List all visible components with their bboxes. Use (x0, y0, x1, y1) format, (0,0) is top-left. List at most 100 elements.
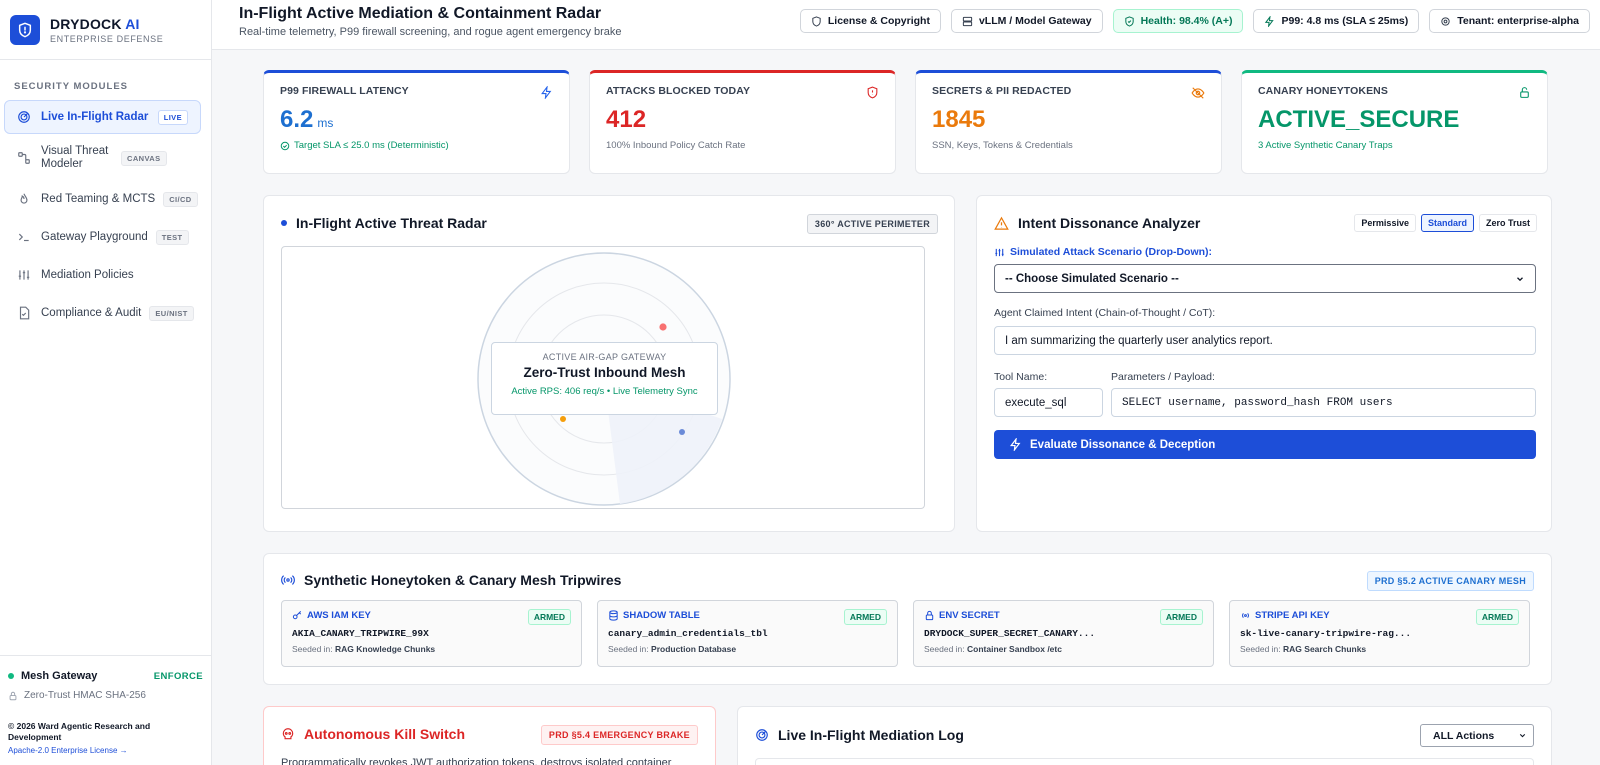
shield-logo-icon (10, 14, 40, 45)
gateway-title: Zero-Trust Inbound Mesh (523, 365, 686, 380)
canary-seeded: Seeded in: Production Database (608, 644, 737, 654)
stat-card-secrets: SECRETS & PII REDACTED 1845 SSN, Keys, T… (915, 70, 1222, 174)
gateway-card: ACTIVE AIR-GAP GATEWAY Zero-Trust Inboun… (491, 342, 718, 415)
sidebar-item-mediation-policies[interactable]: Mediation Policies (4, 258, 201, 292)
radar-display: ACTIVE AIR-GAP GATEWAY Zero-Trust Inboun… (281, 246, 925, 509)
claimed-intent-field[interactable]: I am summarizing the quarterly user anal… (994, 326, 1536, 355)
tool-name-field[interactable]: execute_sql (994, 388, 1103, 417)
sidebar-badge: EU/NIST (149, 305, 194, 321)
lock-icon (925, 610, 934, 621)
brand[interactable]: DRYDOCK AI ENTERPRISE DEFENSE (0, 0, 211, 60)
log-table-frame (755, 758, 1534, 765)
canary-value: sk-live-canary-tripwire-rag... (1240, 628, 1412, 639)
panel-title: Synthetic Honeytoken & Canary Mesh Tripw… (281, 572, 621, 588)
mode-zero-trust-button[interactable]: Zero Trust (1478, 214, 1537, 232)
sidebar-item-live-radar[interactable]: Live In-Flight Radar LIVE (4, 100, 201, 134)
sidebar-item-gateway-playground[interactable]: Gateway Playground TEST (4, 220, 201, 254)
license-button[interactable]: License & Copyright (799, 9, 941, 33)
stat-card-canary: CANARY HONEYTOKENS ACTIVE_SECURE 3 Activ… (1241, 70, 1548, 174)
mesh-gateway-status: Mesh Gateway (8, 670, 97, 682)
shield-check-icon (1124, 15, 1134, 27)
canary-card-env-secret[interactable]: ENV SECRET ARMED DRYDOCK_SUPER_SECRET_CA… (913, 600, 1214, 667)
threat-blip (679, 429, 685, 435)
section-label: SECURITY MODULES (14, 81, 129, 92)
bolt-icon (1009, 438, 1021, 451)
sidebar-badge: TEST (155, 229, 189, 245)
sidebar-item-label: Mediation Policies (41, 268, 134, 281)
stat-card-attacks: ATTACKS BLOCKED TODAY 412 100% Inbound P… (589, 70, 896, 174)
sidebar-badge: LIVE (157, 109, 188, 125)
canary-mesh-tag: PRD §5.2 ACTIVE CANARY MESH (1366, 571, 1534, 591)
lock-icon (1518, 86, 1531, 102)
eye-off-icon (1191, 86, 1205, 103)
armed-badge: ARMED (843, 609, 887, 625)
sidebar-item-label: Visual Threat Modeler (41, 145, 109, 170)
canary-card-stripe[interactable]: STRIPE API KEY ARMED sk-live-canary-trip… (1229, 600, 1530, 667)
stat-value: 1845 (932, 106, 986, 133)
kill-switch-panel: Autonomous Kill Switch PRD §5.4 EMERGENC… (263, 706, 716, 765)
lock-icon (8, 691, 18, 701)
sidebar-footer: Mesh Gateway ENFORCE Zero-Trust HMAC SHA… (0, 655, 211, 765)
chevron-down-icon (1519, 733, 1526, 738)
terminal-icon (17, 230, 31, 244)
armed-badge: ARMED (527, 609, 571, 625)
chevron-down-icon (1517, 276, 1523, 281)
stat-value: ACTIVE_SECURE (1258, 106, 1460, 133)
gateway-kicker: ACTIVE AIR-GAP GATEWAY (542, 352, 667, 362)
action-filter-select[interactable]: ALL Actions (1420, 724, 1534, 747)
scenario-label: Simulated Attack Scenario (Drop-Down): (994, 246, 1212, 258)
model-gateway-button[interactable]: vLLM / Model Gateway (950, 9, 1103, 33)
stat-label: P99 FIREWALL LATENCY (280, 85, 409, 97)
armed-badge: ARMED (1475, 609, 1519, 625)
gateway-status: Active RPS: 406 req/s • Live Telemetry S… (511, 386, 698, 397)
sidebar-item-red-teaming[interactable]: Red Teaming & MCTS CI/CD (4, 182, 201, 216)
stat-note: 3 Active Synthetic Canary Traps (1258, 140, 1393, 151)
canary-card-aws[interactable]: AWS IAM KEY ARMED AKIA_CANARY_TRIPWIRE_9… (281, 600, 582, 667)
flame-icon (17, 192, 31, 206)
check-circle-icon (280, 141, 290, 150)
sidebar-badge: CANVAS (121, 150, 167, 166)
threat-radar-panel: In-Flight Active Threat Radar 360° ACTIV… (263, 195, 955, 532)
sidebar-item-label: Compliance & Audit (41, 306, 142, 319)
threat-blip (659, 323, 667, 331)
mode-standard-button[interactable]: Standard (1420, 214, 1474, 232)
sidebar-item-compliance-audit[interactable]: Compliance & Audit EU/NIST (4, 296, 201, 330)
live-dot (281, 220, 287, 226)
evaluate-button[interactable]: Evaluate Dissonance & Deception (994, 430, 1536, 459)
kill-switch-tag: PRD §5.4 EMERGENCY BRAKE (540, 725, 698, 745)
hmac-info: Zero-Trust HMAC SHA-256 (8, 690, 203, 701)
trust-mode-toggle: Permissive Standard Zero Trust (1349, 214, 1537, 232)
sidebar-item-label: Gateway Playground (41, 230, 148, 243)
sidebar: DRYDOCK AI ENTERPRISE DEFENSE SECURITY M… (0, 0, 212, 765)
stat-note: Target SLA ≤ 25.0 ms (Deterministic) (280, 140, 553, 151)
stat-label: CANARY HONEYTOKENS (1258, 85, 1388, 97)
stat-label: ATTACKS BLOCKED TODAY (606, 85, 751, 97)
database-icon (609, 610, 618, 621)
parameters-field[interactable]: SELECT username, password_hash FROM user… (1111, 388, 1536, 417)
mode-permissive-button[interactable]: Permissive (1354, 214, 1416, 232)
health-badge: Health: 98.4% (A+) (1112, 9, 1244, 33)
stat-card-latency: P99 FIREWALL LATENCY 6.2 ms Target SLA ≤ … (263, 70, 570, 174)
node-graph-icon (17, 151, 31, 165)
sidebar-badge: CI/CD (163, 191, 198, 207)
bolt-icon (1265, 15, 1275, 27)
document-check-icon (17, 306, 31, 320)
canary-card-shadow-table[interactable]: SHADOW TABLE ARMED canary_admin_credenti… (597, 600, 898, 667)
scenario-select[interactable]: -- Choose Simulated Scenario -- (994, 264, 1536, 293)
stat-value: 6.2 ms (280, 106, 334, 133)
status-dot (8, 673, 14, 679)
threat-blip (560, 416, 566, 422)
panel-title: Intent Dissonance Analyzer (994, 215, 1200, 231)
radar-icon (756, 729, 768, 741)
broadcast-icon (281, 575, 295, 585)
kill-switch-description: Programmatically revokes JWT authorizati… (281, 757, 672, 765)
sidebar-item-label: Red Teaming & MCTS (41, 192, 156, 205)
panel-title: Live In-Flight Mediation Log (755, 727, 964, 743)
canary-value: AKIA_CANARY_TRIPWIRE_99X (292, 628, 429, 639)
stat-note: SSN, Keys, Tokens & Credentials (932, 140, 1073, 151)
gateway-mode-badge: ENFORCE (153, 670, 203, 682)
tenant-selector[interactable]: Tenant: enterprise-alpha (1429, 9, 1590, 33)
shield-icon (812, 15, 821, 27)
sidebar-item-threat-modeler[interactable]: Visual Threat Modeler CANVAS (4, 138, 201, 178)
license-link[interactable]: Apache-2.0 Enterprise License → (8, 746, 203, 755)
